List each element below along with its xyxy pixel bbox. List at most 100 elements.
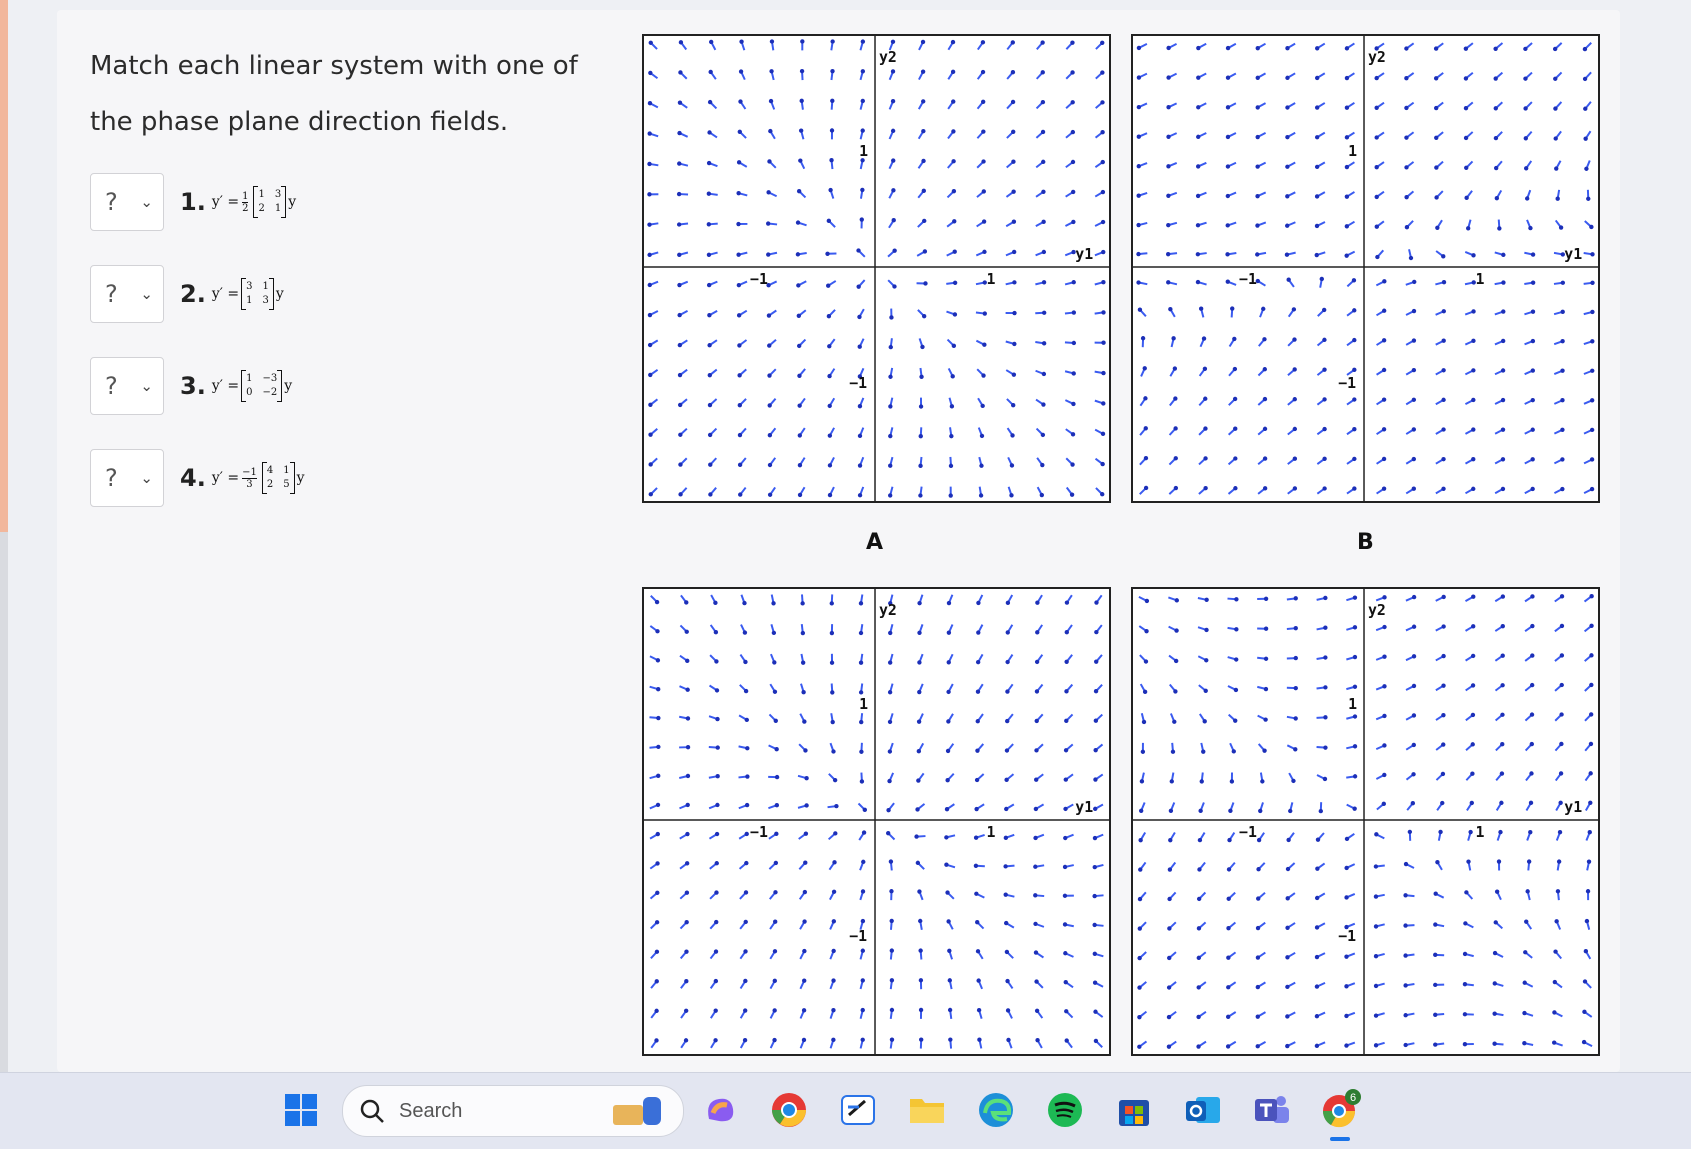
field-arrow-head (1528, 830, 1532, 834)
field-arrow-head (1263, 427, 1267, 431)
field-arrow-head (1204, 628, 1208, 632)
selected-value: ? (105, 280, 118, 308)
field-arrow-head (1559, 712, 1563, 716)
field-arrow-head (888, 493, 892, 497)
field-arrow-head (922, 219, 926, 223)
answer-dropdown[interactable]: ? ⌄ (90, 265, 164, 323)
field-arrow-head (1470, 772, 1474, 776)
field-arrow-head (1501, 457, 1505, 461)
y-tick-positive: 1 (1348, 142, 1357, 160)
answer-dropdown[interactable]: ? ⌄ (90, 449, 164, 507)
field-arrow-head (772, 631, 776, 635)
field-arrow-head (1344, 253, 1348, 257)
outlook-icon[interactable] (1180, 1087, 1226, 1133)
field-arrow-head (1196, 164, 1200, 168)
field-arrow-head (1072, 371, 1076, 375)
spotify-icon[interactable] (1042, 1087, 1088, 1133)
field-arrow-head (1531, 428, 1535, 432)
field-arrow-head (1501, 654, 1505, 658)
field-arrow-head (1404, 106, 1408, 110)
field-arrow-head (1353, 595, 1357, 599)
field-arrow-head (948, 1037, 952, 1041)
field-arrow-head (1319, 809, 1323, 813)
field-arrow-head (1041, 160, 1045, 164)
field-arrow-head (949, 464, 953, 468)
field-arrow-head (1344, 984, 1348, 988)
edge-icon[interactable] (973, 1087, 1019, 1133)
field-arrow-head (738, 403, 742, 407)
field-arrow-head (1433, 1013, 1437, 1017)
field-arrow-head (1094, 689, 1098, 693)
field-arrow-head (1174, 456, 1178, 460)
field-arrow-head (1233, 718, 1237, 722)
field-arrow-head (714, 979, 718, 983)
field-arrow-head (1530, 487, 1534, 491)
field-arrow-head (856, 284, 860, 288)
field-arrow-head (974, 892, 978, 896)
field-arrow-head (1409, 256, 1413, 260)
field-arrow-head (1285, 135, 1289, 139)
field-arrow-head (742, 601, 746, 605)
field-arrow-head (1523, 981, 1527, 985)
chrome-active-icon[interactable]: 6 (1318, 1087, 1364, 1133)
field-arrow-head (946, 719, 950, 723)
field-arrow-head (648, 71, 652, 75)
field-arrow-head (1035, 1038, 1039, 1042)
file-explorer-icon[interactable] (904, 1087, 950, 1133)
field-arrow-head (976, 601, 980, 605)
chrome-icon[interactable] (766, 1087, 812, 1133)
field-arrow-head (744, 920, 748, 924)
search-icon (359, 1098, 385, 1124)
field-arrow-head (1256, 105, 1260, 109)
field-arrow-head (1315, 955, 1319, 959)
store-icon[interactable] (1111, 1087, 1157, 1133)
field-arrow-head (1441, 772, 1445, 776)
field-arrow-head (774, 861, 778, 865)
field-arrow-head (923, 249, 927, 253)
field-arrow-head (1042, 372, 1046, 376)
field-arrow-head (1530, 624, 1534, 628)
field-arrow-head (1143, 690, 1147, 694)
field-arrow-head (1434, 46, 1438, 50)
copilot-icon[interactable] (697, 1087, 743, 1133)
field-arrow-head (1196, 75, 1200, 79)
field-arrow-head (1412, 309, 1416, 313)
field-arrow-head (1412, 457, 1416, 461)
field-arrow-head (1442, 339, 1446, 343)
start-button[interactable] (278, 1087, 324, 1133)
field-arrow-head (828, 463, 832, 467)
coefficient-matrix: 3 1 1 3 (241, 278, 274, 310)
field-arrow-head (1293, 457, 1297, 461)
field-arrow-head (833, 831, 837, 835)
field-arrow-head (921, 129, 925, 133)
field-arrow-head (1493, 951, 1497, 955)
field-arrow-head (1353, 744, 1357, 748)
field-arrow-head (862, 830, 866, 834)
teams-icon[interactable] (1249, 1087, 1295, 1133)
field-arrow-head (947, 630, 951, 634)
field-arrow-head (803, 861, 807, 865)
field-arrow-head (1403, 1043, 1407, 1047)
field-arrow-head (649, 492, 653, 496)
field-arrow-head (1035, 689, 1039, 693)
field-arrow-head (1196, 1015, 1200, 1019)
field-arrow-head (825, 252, 829, 256)
field-arrow-head (1168, 867, 1172, 871)
field-arrow-head (974, 836, 978, 840)
field-arrow-head (923, 281, 927, 285)
field-arrow-head (1064, 748, 1068, 752)
taskbar-search[interactable]: Search (342, 1085, 684, 1137)
field-arrow-head (982, 189, 986, 193)
field-arrow-head (951, 374, 955, 378)
answer-dropdown[interactable]: ? ⌄ (90, 357, 164, 415)
answer-dropdown[interactable]: ? ⌄ (90, 173, 164, 231)
field-arrow-head (1559, 742, 1563, 746)
field-arrow-head (1463, 1012, 1467, 1016)
field-arrow-head (656, 658, 660, 662)
field-arrow-head (1196, 46, 1200, 50)
whiteboard-icon[interactable] (835, 1087, 881, 1133)
field-arrow-head (743, 630, 747, 634)
field-arrow-head (921, 99, 925, 103)
field-arrow-head (1064, 1009, 1068, 1013)
field-arrow-head (678, 462, 682, 466)
